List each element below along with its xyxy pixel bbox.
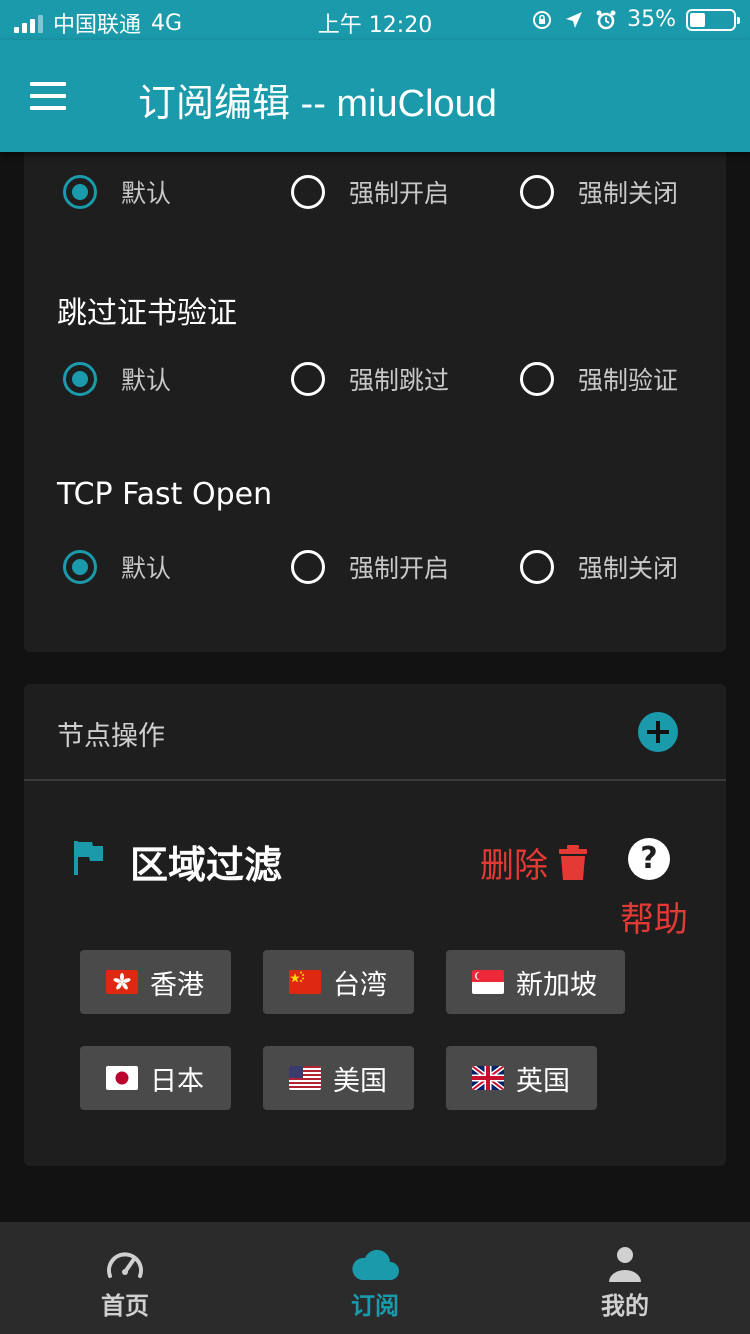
node-operations-label: 节点操作 (57, 721, 165, 752)
plus-circle-icon[interactable] (638, 712, 678, 752)
region-chip-jp[interactable]: 日本 (80, 1046, 231, 1110)
radio-option-force-verify[interactable]: 强制验证 (520, 359, 678, 399)
flag-hk-icon (106, 970, 138, 994)
cloud-icon (352, 1249, 399, 1280)
node-operations-header: 节点操作 (24, 684, 726, 781)
app-bar: 订阅编辑 -- miuCloud (0, 40, 750, 152)
nav-item-subscription[interactable]: 订阅 (250, 1222, 500, 1334)
person-icon (609, 1247, 641, 1282)
region-chip-us[interactable]: 美国 (263, 1046, 414, 1110)
nav-item-home[interactable]: 首页 (0, 1222, 250, 1334)
radio-checked-icon (63, 550, 97, 584)
flag-jp-icon (106, 1066, 138, 1090)
flag-us-icon (289, 1066, 321, 1090)
radio-checked-icon (63, 175, 97, 209)
radio-unchecked-icon (520, 550, 554, 584)
section-title-tcp-fast-open: TCP Fast Open (57, 477, 273, 512)
hamburger-menu-icon[interactable] (30, 82, 66, 110)
node-operations-card: 节点操作 区域过滤 删除 ? 帮助 香港 台湾 新加坡 日本 美国 英国 (24, 684, 726, 1166)
radio-option-force-off-1[interactable]: 强制关闭 (520, 172, 678, 212)
region-chip-tw[interactable]: 台湾 (263, 950, 414, 1014)
flag-icon (74, 841, 103, 875)
bottom-navigation: 首页 订阅 我的 (0, 1222, 750, 1334)
radio-option-force-on-1[interactable]: 强制开启 (291, 172, 449, 212)
flag-sg-icon (472, 970, 504, 994)
speedometer-icon (107, 1252, 143, 1278)
radio-unchecked-icon (520, 362, 554, 396)
delete-button[interactable]: 删除 (480, 838, 588, 887)
radio-checked-icon (63, 362, 97, 396)
clock: 上午 12:20 (317, 13, 433, 38)
battery-icon (686, 8, 740, 31)
flag-cn-icon (289, 970, 321, 994)
region-chip-gb[interactable]: 英国 (446, 1046, 597, 1110)
radio-option-force-off-3[interactable]: 强制关闭 (520, 547, 678, 587)
radio-group-3: 默认 强制开启 强制关闭 (24, 547, 726, 587)
nav-item-profile[interactable]: 我的 (500, 1222, 750, 1334)
region-filter-title: 区域过滤 (130, 843, 283, 887)
flag-gb-icon (472, 1066, 504, 1090)
rotation-lock-icon (533, 10, 552, 29)
help-icon[interactable]: ? (628, 838, 670, 880)
alarm-clock-icon (596, 10, 616, 29)
radio-option-default-2[interactable]: 默认 (63, 359, 171, 399)
radio-option-default-1[interactable]: 默认 (63, 172, 171, 212)
radio-option-force-skip[interactable]: 强制跳过 (291, 359, 449, 399)
status-bar: 中国联通 4G 上午 12:20 35% (0, 0, 750, 40)
delete-label: 删除 (480, 846, 548, 886)
radio-group-1: 默认 强制开启 强制关闭 (24, 172, 726, 212)
battery-percent: 35% (627, 7, 676, 32)
settings-card: 默认 强制开启 强制关闭 跳过证书验证 默认 强制跳过 强制验证 TCP Fas… (24, 140, 726, 652)
location-arrow-icon (566, 11, 583, 28)
radio-option-force-on-3[interactable]: 强制开启 (291, 547, 449, 587)
radio-unchecked-icon (291, 550, 325, 584)
radio-group-2: 默认 强制跳过 强制验证 (24, 359, 726, 399)
trash-icon (559, 844, 587, 880)
region-chip-sg[interactable]: 新加坡 (446, 950, 625, 1014)
radio-unchecked-icon (520, 175, 554, 209)
radio-unchecked-icon (291, 362, 325, 396)
section-title-skip-cert: 跳过证书验证 (57, 296, 237, 331)
help-label[interactable]: 帮助 (620, 892, 688, 941)
page-title: 订阅编辑 -- miuCloud (138, 83, 497, 125)
region-chip-hk[interactable]: 香港 (80, 950, 231, 1014)
radio-unchecked-icon (291, 175, 325, 209)
radio-option-default-3[interactable]: 默认 (63, 547, 171, 587)
